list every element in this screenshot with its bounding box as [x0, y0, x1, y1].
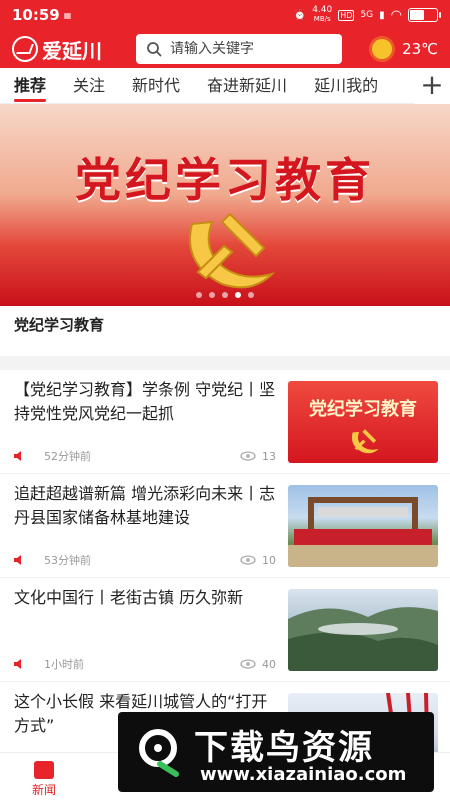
logo-icon [12, 36, 38, 62]
bird-logo-icon [139, 729, 179, 777]
tab-recommend[interactable]: 推荐 [14, 68, 47, 104]
nav-news[interactable]: 新闻 [14, 761, 74, 798]
news-thumbnail[interactable] [288, 485, 438, 567]
tab-yanchuan-mine[interactable]: 延川我的 [314, 68, 378, 104]
watermark-text: 下载鸟资源 [194, 728, 374, 768]
logo-text: 爱延川 [42, 38, 102, 63]
carousel-dots[interactable] [0, 292, 450, 298]
carousel-dot[interactable] [196, 292, 202, 298]
eye-icon [240, 451, 256, 461]
news-item[interactable]: 追赶超越谱新篇 增光添彩向未来丨志丹县国家储备林基地建设 53分钟前 10 [0, 474, 450, 578]
banner-title: 党纪学习教育 [75, 153, 375, 207]
speaker-icon[interactable] [14, 555, 26, 565]
notification-icon: ▦ [63, 10, 72, 20]
network-speed-value: 4.40 [312, 5, 333, 15]
section-divider [0, 356, 450, 370]
view-count-value: 13 [262, 449, 276, 463]
news-meta: 53分钟前 10 [14, 552, 276, 568]
network-type: 5G [360, 10, 374, 20]
speaker-icon[interactable] [14, 659, 26, 669]
party-emblem-icon [189, 212, 276, 289]
hd-badge: HD [338, 9, 355, 21]
mountain-town-photo [288, 607, 438, 671]
search-input[interactable] [170, 41, 320, 57]
watermark-url: www.xiazainiao.com [200, 764, 407, 785]
view-count-value: 40 [262, 657, 276, 671]
news-title: 追赶超越谱新篇 增光添彩向未来丨志丹县国家储备林基地建设 [14, 484, 276, 527]
view-count: 40 [240, 658, 276, 671]
carousel-dot[interactable] [235, 292, 241, 298]
view-count: 10 [240, 554, 276, 567]
news-thumbnail[interactable] [288, 589, 438, 671]
alarm-icon: ⏰ [293, 9, 307, 21]
news-meta: 1小时前 40 [14, 656, 276, 672]
nav-news-label: 新闻 [31, 783, 56, 797]
search-box[interactable] [136, 34, 342, 64]
speaker-icon[interactable] [14, 451, 26, 461]
thumbnail-text: 党纪学习教育 [309, 399, 417, 420]
news-title: 【党纪学习教育】学条例 守党纪丨坚持党性党风党纪一起抓 [14, 380, 276, 423]
sun-icon [372, 39, 393, 59]
app-logo[interactable]: 爱延川 [12, 35, 130, 64]
status-icons: ⏰ 4.40 MB/s HD 5G ▮ ◠ [293, 6, 441, 24]
plus-icon[interactable]: + [414, 68, 450, 104]
news-time: 53分钟前 [44, 554, 91, 567]
news-item[interactable]: 文化中国行丨老街古镇 历久弥新 1小时前 40 [0, 578, 450, 682]
signal-icon: ▮ [379, 9, 385, 21]
carousel-dot[interactable] [222, 292, 228, 298]
banner-caption[interactable]: 党纪学习教育 [14, 314, 104, 335]
view-count: 13 [240, 450, 276, 463]
party-emblem-icon [351, 429, 379, 454]
news-icon [34, 761, 54, 779]
forest-base-photo [288, 497, 438, 567]
wifi-icon: ◠ [390, 7, 402, 23]
view-count-value: 10 [262, 553, 276, 567]
battery-icon [408, 8, 441, 22]
banner-carousel[interactable]: 党纪学习教育 [0, 104, 450, 306]
tab-follow[interactable]: 关注 [73, 68, 105, 104]
status-bar: 10:59 ▦ ⏰ 4.40 MB/s HD 5G ▮ ◠ [0, 0, 450, 30]
news-item[interactable]: 【党纪学习教育】学条例 守党纪丨坚持党性党风党纪一起抓 52分钟前 13 党纪学… [0, 370, 450, 474]
news-thumbnail[interactable]: 党纪学习教育 [288, 381, 438, 463]
status-time: 10:59 [12, 6, 60, 24]
channel-tabs: 推荐 关注 新时代 奋进新延川 延川我的 + [0, 68, 450, 104]
news-title: 文化中国行丨老街古镇 历久弥新 [14, 588, 244, 607]
network-speed-unit: MB/s [313, 15, 331, 23]
tab-forward-yanchuan[interactable]: 奋进新延川 [207, 68, 287, 104]
battery-fill [410, 10, 425, 20]
news-time: 52分钟前 [44, 450, 91, 463]
watermark: 下载鸟资源 www.xiazainiao.com [118, 712, 434, 792]
app-header: 爱延川 23℃ [0, 30, 450, 68]
news-meta: 52分钟前 13 [14, 448, 276, 464]
search-icon [147, 42, 162, 57]
weather-widget[interactable]: 23℃ [372, 39, 438, 59]
eye-icon [240, 659, 256, 669]
eye-icon [240, 555, 256, 565]
carousel-dot[interactable] [248, 292, 254, 298]
carousel-dot[interactable] [209, 292, 215, 298]
temperature: 23℃ [402, 40, 438, 58]
network-speed: 4.40 MB/s [312, 6, 332, 24]
tab-new-era[interactable]: 新时代 [132, 68, 180, 104]
news-time: 1小时前 [44, 658, 84, 671]
